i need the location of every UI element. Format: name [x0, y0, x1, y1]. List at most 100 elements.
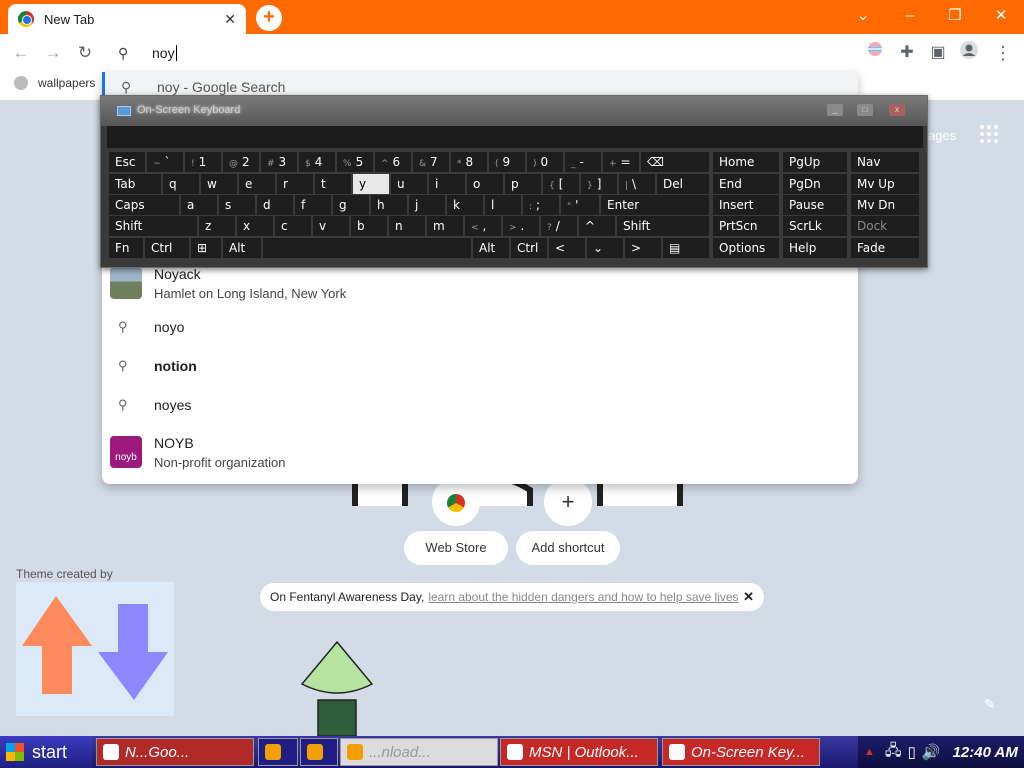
osk-key-4-7[interactable]: < — [549, 238, 585, 258]
osk-title-bar[interactable]: On-Screen Keyboard _ □ x — [101, 96, 927, 126]
osk-key-2-2[interactable]: s — [219, 195, 255, 215]
web-store-button[interactable]: Web Store — [404, 531, 508, 565]
tray-expand-icon[interactable]: ▲ — [864, 746, 875, 758]
osk-key-0-12[interactable]: _ - — [565, 152, 601, 172]
osk-minimize-button[interactable]: _ — [827, 104, 843, 116]
osk-key-2-3[interactable]: d — [257, 195, 293, 215]
osk-key-0-0[interactable]: Esc — [109, 152, 145, 172]
osk-nav-key-pgup[interactable]: PgUp — [783, 152, 847, 172]
osk-key-0-5[interactable]: $4 — [299, 152, 335, 172]
osk-key-3-3[interactable]: c — [275, 216, 311, 236]
shortcut-web-store-icon[interactable] — [432, 478, 480, 526]
osk-key-0-6[interactable]: % 5 — [337, 152, 373, 172]
osk-key-3-5[interactable]: b — [351, 216, 387, 236]
taskbar-button-window[interactable]: ...nload... — [340, 738, 498, 766]
power-icon[interactable]: ▯ — [908, 743, 916, 761]
osk-key-4-0[interactable]: Fn — [109, 238, 143, 258]
tab-new-tab[interactable]: New Tab ✕ — [8, 4, 246, 34]
osk-nav-key-pgdn[interactable]: PgDn — [783, 174, 847, 194]
bookmark-wallpapers[interactable]: wallpapers — [14, 76, 95, 90]
osk-key-2-5[interactable]: g — [333, 195, 369, 215]
osk-key-3-2[interactable]: x — [237, 216, 273, 236]
osk-key-0-7[interactable]: ^ 6 — [375, 152, 411, 172]
side-panel-icon[interactable]: ▣ — [925, 40, 951, 66]
notice-close-icon[interactable]: ✕ — [743, 589, 754, 605]
back-button[interactable]: ← — [10, 42, 32, 64]
images-link[interactable]: ages — [928, 128, 956, 143]
osk-key-1-14[interactable]: Del — [657, 174, 709, 194]
osk-nav-key-pause[interactable]: Pause — [783, 195, 847, 215]
osk-key-2-12[interactable]: Enter — [601, 195, 709, 215]
extensions-icon[interactable]: ✚ — [894, 40, 920, 66]
minimize-button[interactable]: – — [895, 5, 925, 27]
osk-key-3-6[interactable]: n — [389, 216, 425, 236]
suggestion-noyo[interactable]: ⚲ noyo — [102, 312, 858, 342]
osk-key-1-3[interactable]: e — [239, 174, 275, 194]
osk-key-2-4[interactable]: f — [295, 195, 331, 215]
osk-key-2-11[interactable]: " ' — [561, 195, 599, 215]
notice-link[interactable]: learn about the hidden dangers and how t… — [428, 590, 738, 604]
osk-key-0-13[interactable]: + = — [603, 152, 639, 172]
osk-key-4-8[interactable]: ⌄ — [587, 238, 623, 258]
osk-key-0-11[interactable]: ) 0 — [527, 152, 563, 172]
osk-key-2-0[interactable]: Caps — [109, 195, 179, 215]
osk-key-0-10[interactable]: (9 — [489, 152, 525, 172]
osk-key-3-1[interactable]: z — [199, 216, 235, 236]
osk-maximize-button[interactable]: □ — [857, 104, 873, 116]
forward-button[interactable]: → — [42, 42, 64, 64]
osk-key-0-14[interactable]: ⌫ — [641, 152, 709, 172]
osk-nav-key-prtscn[interactable]: PrtScn — [713, 216, 779, 236]
profile-ring-icon[interactable] — [862, 40, 888, 66]
osk-nav-key-scrlk[interactable]: ScrLk — [783, 216, 847, 236]
osk-key-1-6[interactable]: y — [353, 174, 389, 194]
volume-icon[interactable]: 🔊 — [922, 743, 941, 761]
taskbar-button-chrome[interactable]: N...Goo... — [96, 738, 254, 766]
osk-key-4-6[interactable]: Ctrl — [511, 238, 547, 258]
osk-key-1-1[interactable]: q — [163, 174, 199, 194]
osk-key-3-11[interactable]: ^ — [579, 216, 615, 236]
avatar-icon[interactable] — [956, 40, 982, 66]
osk-key-4-1[interactable]: Ctrl — [145, 238, 189, 258]
osk-nav-key-help[interactable]: Help — [783, 238, 847, 258]
osk-close-button[interactable]: x — [889, 104, 905, 116]
osk-nav-key-dock[interactable]: Dock — [851, 216, 919, 236]
osk-key-0-3[interactable]: @2 — [223, 152, 259, 172]
osk-key-0-9[interactable]: * 8 — [451, 152, 487, 172]
osk-nav-key-fade[interactable]: Fade — [851, 238, 919, 258]
taskbar-button-ie[interactable]: MSN | Outlook... — [500, 738, 658, 766]
osk-nav-key-end[interactable]: End — [713, 174, 779, 194]
osk-key-2-6[interactable]: h — [371, 195, 407, 215]
osk-key-0-1[interactable]: ~ ` — [147, 152, 183, 172]
osk-key-0-8[interactable]: & 7 — [413, 152, 449, 172]
add-shortcut-icon[interactable]: + — [544, 478, 592, 526]
osk-key-1-12[interactable]: }] — [581, 174, 617, 194]
customize-pen-icon[interactable]: ✎ — [984, 696, 996, 713]
osk-key-1-9[interactable]: o — [467, 174, 503, 194]
osk-key-3-7[interactable]: m — [427, 216, 463, 236]
osk-key-1-10[interactable]: p — [505, 174, 541, 194]
start-button[interactable]: start — [0, 736, 92, 768]
osk-key-1-0[interactable]: Tab — [109, 174, 161, 194]
osk-key-3-12[interactable]: Shift — [617, 216, 709, 236]
suggestion-noyes[interactable]: ⚲ noyes — [102, 390, 858, 420]
menu-icon[interactable]: ⋮ — [990, 40, 1016, 66]
osk-key-3-8[interactable]: <, — [465, 216, 501, 236]
omnibox-input[interactable]: noy — [152, 45, 175, 61]
osk-key-2-9[interactable]: l — [485, 195, 521, 215]
osk-key-0-4[interactable]: #3 — [261, 152, 297, 172]
taskbar-button-keyboard[interactable]: On-Screen Key... — [662, 738, 820, 766]
osk-nav-key-options[interactable]: Options — [713, 238, 779, 258]
suggestion-entity-noyack[interactable]: Noyack Hamlet on Long Island, New York — [102, 262, 858, 304]
osk-key-3-4[interactable]: v — [313, 216, 349, 236]
tab-close-icon[interactable]: ✕ — [224, 11, 236, 28]
osk-nav-key-home[interactable]: Home — [713, 152, 779, 172]
osk-key-1-5[interactable]: t — [315, 174, 351, 194]
reload-button[interactable]: ↻ — [74, 42, 96, 64]
osk-key-4-10[interactable]: ▤ — [663, 238, 709, 258]
clock[interactable]: 12:40 AM — [953, 744, 1018, 761]
osk-key-3-10[interactable]: ? / — [541, 216, 577, 236]
osk-key-3-0[interactable]: Shift — [109, 216, 197, 236]
osk-key-1-13[interactable]: | \ — [619, 174, 655, 194]
osk-nav-key-nav[interactable]: Nav — [851, 152, 919, 172]
osk-key-2-8[interactable]: k — [447, 195, 483, 215]
